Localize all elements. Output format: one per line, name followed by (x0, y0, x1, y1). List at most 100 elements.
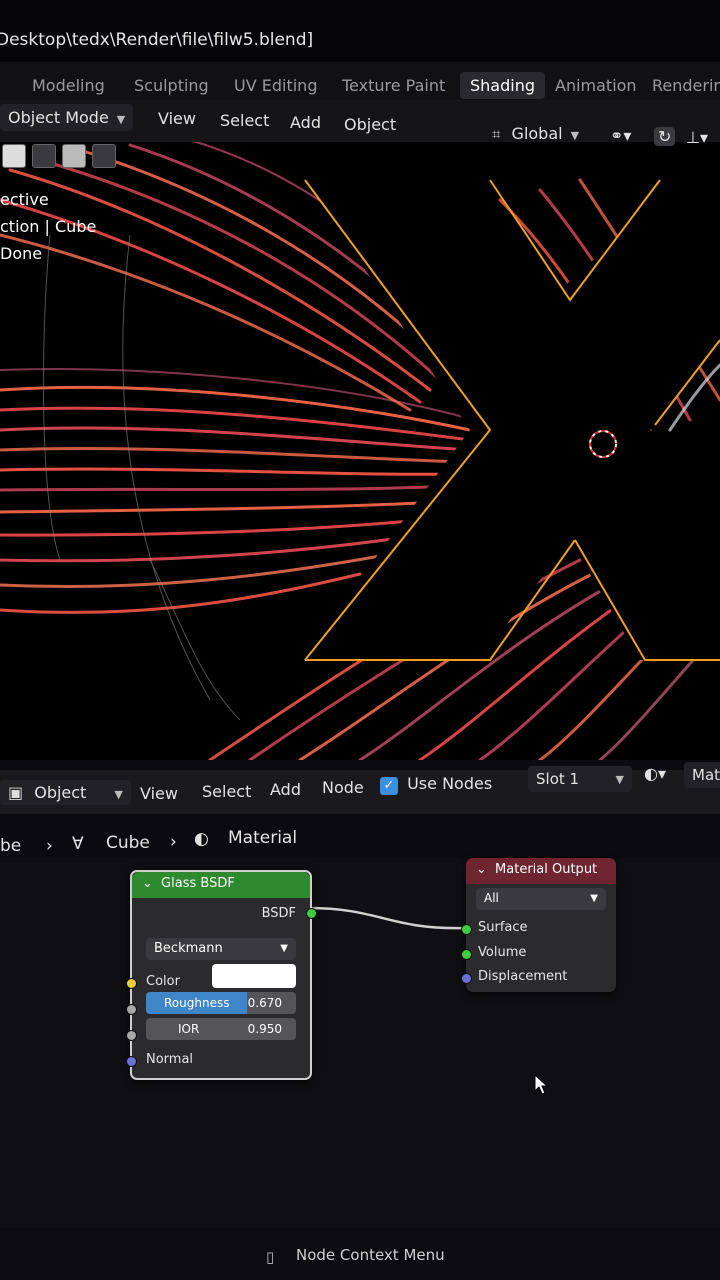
snap-icon[interactable]: ↻ (654, 127, 676, 146)
material-output-node[interactable]: ⌄ Material Output All ▼ Surface Volume Di… (461, 858, 616, 992)
checkbox-checked-icon[interactable]: ✓ (380, 777, 398, 795)
output-node-header[interactable]: ⌄ Material Output (466, 858, 616, 884)
collection-info: ction | Cube (0, 217, 97, 236)
select-extend-icon[interactable] (32, 144, 56, 168)
color-input-socket[interactable] (126, 978, 137, 989)
menu-object[interactable]: Object (344, 115, 396, 134)
mouse-pointer-icon (534, 1074, 549, 1095)
viewport-render (0, 140, 720, 760)
node-editor-canvas[interactable]: ⌄ Glass BSDF BSDF Beckmann ▼ Color Roughn… (0, 858, 720, 1280)
use-nodes-label: Use Nodes (407, 774, 493, 793)
distribution-label: Beckmann (154, 941, 223, 956)
select-subtract-icon[interactable] (62, 144, 86, 168)
bsdf-output-socket[interactable] (306, 908, 317, 919)
breadcrumb-material[interactable]: Material (228, 828, 297, 848)
material-icon: ◐ (194, 829, 209, 849)
viewport-header: Object Mode ▼ View Select Add Object ⌗ Gl… (0, 100, 720, 147)
volume-input-socket[interactable] (461, 949, 472, 960)
viewport-overlay-info: ective ction | Cube Done (0, 186, 96, 267)
node-menu-select[interactable]: Select (202, 782, 251, 801)
chevron-down-icon: ▼ (114, 788, 123, 801)
use-nodes-toggle[interactable]: ✓ Use Nodes (380, 774, 492, 795)
tab-texture-paint[interactable]: Texture Paint (332, 72, 455, 99)
status-hint: Node Context Menu (296, 1246, 445, 1264)
node-menu-node[interactable]: Node (322, 778, 364, 797)
volume-label: Volume (478, 945, 527, 960)
displacement-input-socket[interactable] (461, 973, 472, 984)
surface-label: Surface (478, 920, 528, 935)
object-cube-icon: ▣ (8, 783, 24, 802)
slot-label: Slot 1 (536, 770, 580, 788)
output-target-dropdown[interactable]: All ▼ (476, 888, 606, 910)
object-mode-dropdown[interactable]: Object Mode ▼ (0, 104, 134, 131)
editor-object-label: Object (34, 783, 87, 802)
node-menu-add[interactable]: Add (270, 780, 301, 799)
chevron-down-icon: ▼ (570, 129, 580, 142)
mouse-right-icon: ▯ (266, 1248, 275, 1266)
tab-animation[interactable]: Animation (545, 72, 647, 99)
tab-overflow-edge: : (0, 72, 9, 99)
chevron-down-icon: ▼ (116, 113, 126, 126)
ior-label: IOR (178, 1022, 200, 1036)
slot-dropdown[interactable]: Slot 1 ▼ (528, 766, 632, 792)
ior-input-socket[interactable] (126, 1030, 137, 1041)
ior-value: 0.950 (247, 1022, 282, 1036)
glass-bsdf-node[interactable]: ⌄ Glass BSDF BSDF Beckmann ▼ Color Roughn… (126, 870, 317, 1080)
chevron-right-icon: › (46, 836, 53, 856)
normal-label: Normal (146, 1052, 194, 1067)
transform-orientation-label: Global (511, 124, 563, 143)
tab-rendering[interactable]: Rendering (642, 72, 720, 99)
tab-shading[interactable]: Shading (460, 72, 545, 99)
chevron-right-icon: › (170, 832, 177, 852)
chevron-down-icon: ▼ (615, 773, 624, 786)
transform-orientation-dropdown[interactable]: ⌗ Global ▼ (492, 124, 579, 143)
snap-settings-icon[interactable]: ⊥▾ (686, 128, 708, 147)
ior-field[interactable]: IOR 0.950 (146, 1018, 296, 1040)
breadcrumb: be › ∀ Cube › ◐ Material (0, 822, 720, 858)
breadcrumb-mesh[interactable]: Cube (106, 833, 150, 853)
collapse-chevron-icon[interactable]: ⌄ (142, 876, 153, 891)
distribution-dropdown[interactable]: Beckmann ▼ (146, 938, 296, 960)
tab-sculpting[interactable]: Sculpting (124, 72, 219, 99)
material-name-field[interactable]: Mate (684, 762, 720, 788)
node-editor-header: ▣ Object ▼ View Select Add Node ✓ Use Nod… (0, 762, 720, 814)
view-name: ective (0, 190, 49, 209)
collapse-chevron-icon[interactable]: ⌄ (476, 862, 487, 877)
glass-node-header[interactable]: ⌄ Glass BSDF (132, 872, 310, 898)
roughness-value: 0.670 (247, 996, 282, 1010)
orientation-icon: ⌗ (492, 125, 501, 143)
workspace-tabs: : Modeling Sculpting UV Editing Texture … (0, 62, 720, 102)
selection-mode-row (0, 140, 120, 172)
normal-input-socket[interactable] (126, 1056, 137, 1067)
displacement-label: Displacement (478, 969, 568, 984)
node-menu-view[interactable]: View (140, 784, 178, 803)
mesh-data-icon: ∀ (72, 834, 84, 854)
status-bar: ▯ Node Context Menu (0, 1228, 720, 1280)
menu-add[interactable]: Add (290, 113, 321, 132)
roughness-label: Roughness (164, 996, 230, 1010)
color-swatch[interactable] (212, 964, 296, 988)
window-title: Desktop\tedx\Render\file\filw5.blend] (0, 30, 314, 50)
title-bar: Desktop\tedx\Render\file\filw5.blend] (0, 0, 720, 62)
chevron-down-icon: ▼ (280, 943, 288, 954)
tab-uv-editing[interactable]: UV Editing (224, 72, 327, 99)
tab-modeling[interactable]: Modeling (22, 72, 115, 99)
surface-input-socket[interactable] (461, 924, 472, 935)
select-new-icon[interactable] (2, 144, 26, 168)
operation-status: Done (0, 244, 43, 263)
3d-viewport[interactable] (0, 140, 720, 760)
pivot-icon[interactable]: ⚭▾ (610, 126, 631, 145)
menu-select[interactable]: Select (220, 111, 269, 130)
menu-view[interactable]: View (158, 109, 196, 128)
output-node-title: Material Output (495, 862, 598, 877)
breadcrumb-object[interactable]: be (0, 836, 21, 856)
material-sphere-icon[interactable]: ◐▾ (644, 764, 666, 783)
glass-node-title: Glass BSDF (161, 876, 235, 891)
roughness-slider[interactable]: Roughness 0.670 (146, 992, 296, 1014)
chevron-down-icon: ▼ (590, 893, 598, 904)
object-mode-label: Object Mode (8, 108, 109, 127)
select-intersect-icon[interactable] (92, 144, 116, 168)
editor-object-dropdown[interactable]: ▣ Object ▼ (0, 780, 131, 805)
bsdf-output-label: BSDF (261, 906, 296, 921)
roughness-input-socket[interactable] (126, 1004, 137, 1015)
